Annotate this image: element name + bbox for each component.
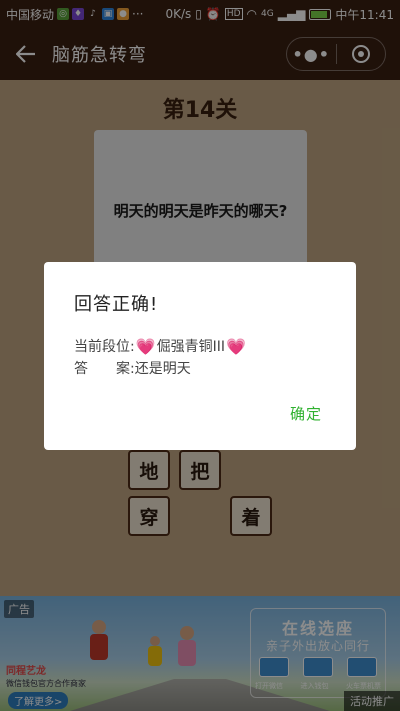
dialog-title: 回答正确!: [74, 294, 159, 315]
rank-label: 当前段位:: [74, 339, 135, 355]
heart-icon: 💗: [226, 336, 246, 356]
rank-row: 当前段位: 💗 倔强青铜III 💗: [74, 336, 247, 356]
answer-label: 答 案:: [74, 361, 135, 377]
confirm-button[interactable]: 确定: [290, 403, 322, 424]
answer-row: 答 案: 还是明天: [74, 358, 191, 378]
rank-value: 倔强青铜III: [156, 339, 226, 355]
result-dialog: 回答正确! 当前段位: 💗 倔强青铜III 💗 答 案: 还是明天 确定: [44, 262, 356, 450]
heart-icon: 💗: [135, 336, 156, 356]
answer-value: 还是明天: [134, 361, 191, 377]
